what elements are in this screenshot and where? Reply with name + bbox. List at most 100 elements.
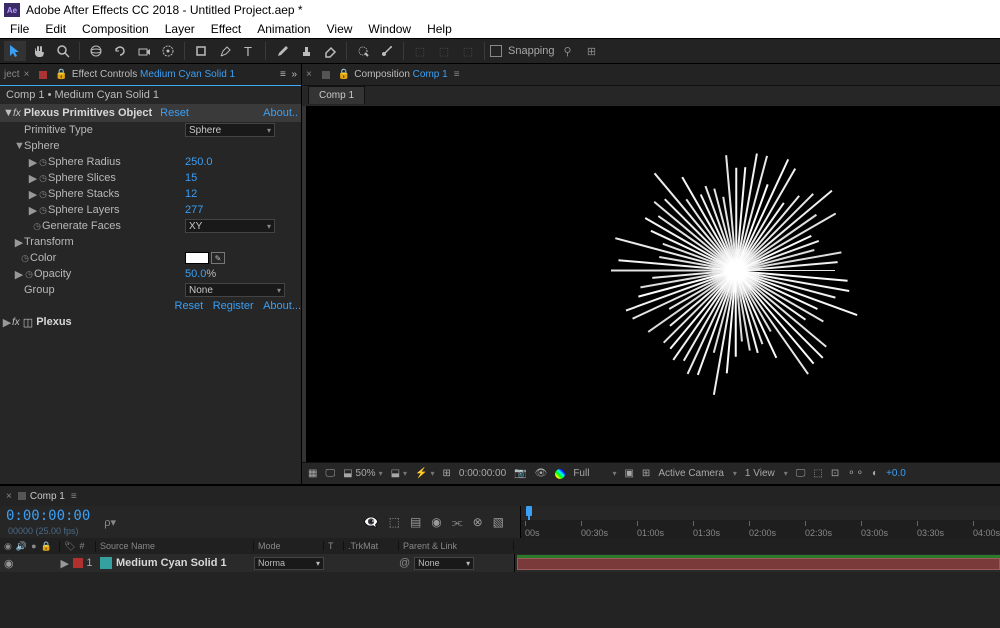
col-trkmat[interactable]: .TrkMat [344,541,399,551]
layer-bar[interactable] [517,558,1000,570]
menu-help[interactable]: Help [419,22,460,36]
effect-plexus-primitives-header[interactable]: ▼ fx Plexus Primitives Object Reset Abou… [0,104,301,122]
layer-color-label[interactable] [73,558,82,568]
brush-tool-icon[interactable] [271,41,293,61]
roto-brush-tool-icon[interactable] [352,41,374,61]
brain-icon[interactable]: ⊗ [473,515,483,530]
rotation-tool-icon[interactable] [109,41,131,61]
timeline-empty-area[interactable] [0,572,1000,628]
twirl-right-icon[interactable]: ▶ [28,172,38,185]
composition-tab-link[interactable]: Comp 1 [413,69,448,80]
timeline-layer-row[interactable]: ◉ ▶ 1 Medium Cyan Solid 1 Norma▾ @ None▾ [0,554,1000,572]
menu-composition[interactable]: Composition [74,22,157,36]
reset-link[interactable]: Reset [175,300,204,312]
layer-parent-dropdown[interactable]: None▾ [414,557,474,570]
frame-blend-icon[interactable]: ▤ [410,515,421,530]
effect-plexus-header[interactable]: ▶fx ◫ Plexus [0,314,301,330]
render-queue-icon[interactable]: ▧ [493,515,504,530]
comp-tab-close-icon[interactable]: × [306,69,312,80]
menu-view[interactable]: View [319,22,361,36]
panel-lock-icon[interactable]: 🔒 [55,69,67,80]
twirl-right-icon[interactable]: ▶ [28,156,38,169]
menu-file[interactable]: File [2,22,37,36]
col-mode[interactable]: Mode [254,541,324,551]
layer-mode-dropdown[interactable]: Norma▾ [254,557,324,570]
effect-about-link[interactable]: About.. [263,107,298,119]
stopwatch-icon[interactable]: ◷ [38,157,48,168]
channel-icon[interactable] [555,469,565,479]
fast-preview-icon[interactable]: ⚡▾ [415,468,434,479]
show-snapshot-icon[interactable]: 👁 [535,468,548,479]
renderer-icon[interactable]: ⊡ [831,468,839,479]
orbit-tool-icon[interactable] [85,41,107,61]
menu-effect[interactable]: Effect [203,22,249,36]
menu-animation[interactable]: Animation [249,22,318,36]
fx-badge-icon[interactable]: fx [12,317,20,328]
pen-tool-icon[interactable] [214,41,236,61]
roi-icon[interactable]: ▣ [624,468,633,479]
primitive-type-dropdown[interactable]: Sphere▾ [185,123,275,137]
snap-options-icon[interactable]: ⚲ [557,41,579,61]
panel-menu-icon[interactable]: ≡ » [280,69,297,80]
opacity-value[interactable]: 50.0 [185,268,206,280]
axis-world-icon[interactable]: ⬚ [433,41,455,61]
sphere-layers-value[interactable]: 277 [185,204,203,216]
snapshot-icon[interactable]: 📷 [514,468,526,479]
col-label-icon[interactable]: 🏷 [64,541,75,552]
stopwatch-icon[interactable]: ◷ [20,253,30,264]
color-swatch[interactable] [185,252,209,264]
col-solo-icon[interactable]: ● [31,541,36,552]
composition-viewer[interactable] [302,106,1000,462]
twirl-right-icon[interactable]: ▶ [28,204,38,217]
type-tool-icon[interactable]: T [238,41,260,61]
exposure-value[interactable]: +0.0 [886,468,906,479]
preview-time-icon[interactable]: ⊞ [443,468,451,479]
fx-badge-icon[interactable]: fx [13,108,21,119]
about-link[interactable]: About... [263,300,301,312]
stopwatch-icon[interactable]: ◷ [24,269,34,280]
exposure-reset-icon[interactable]: ◐ [872,468,878,479]
axis-view-icon[interactable]: ⬚ [457,41,479,61]
col-video-icon[interactable]: ◉ [4,541,12,552]
twirl-right-icon[interactable]: ▶ [14,268,24,281]
stopwatch-icon[interactable]: ◷ [38,205,48,216]
resolution-down-icon[interactable]: ⬓ ▾ [391,468,407,479]
menu-window[interactable]: Window [360,22,419,36]
time-ruler[interactable]: 00s00:30s01:00s01:30s02:00s02:30s03:00s0… [520,506,1000,538]
composition-canvas[interactable] [306,106,1000,462]
layer-visibility-icon[interactable]: ◉ [4,557,14,570]
group-dropdown[interactable]: None▾ [185,283,285,297]
grid-icon[interactable]: ⊞ [642,468,650,479]
pan-behind-tool-icon[interactable] [157,41,179,61]
current-time[interactable]: 0:00:00:00 [459,468,506,479]
project-tab-fragment[interactable]: ject [4,69,20,80]
generate-faces-dropdown[interactable]: XY▾ [185,219,275,233]
transparency-grid-icon[interactable]: ▦ [308,468,317,479]
comp-lock-icon[interactable]: 🔒 [338,69,350,80]
effect-visibility-icon[interactable] [39,71,47,79]
register-link[interactable]: Register [213,300,254,312]
effect-controls-layer-link[interactable]: Medium Cyan Solid 1 [140,69,235,80]
twirl-right-icon[interactable]: ▶ [2,316,12,329]
current-timecode[interactable]: 0:00:00:00 [6,508,90,524]
stopwatch-icon[interactable]: ◷ [38,173,48,184]
timeline-search-input[interactable]: ρ▾ [104,516,116,529]
sphere-slices-value[interactable]: 15 [185,172,197,184]
snap-guides-icon[interactable]: ⊞ [581,41,603,61]
camera-tool-icon[interactable] [133,41,155,61]
snapping-checkbox[interactable] [490,45,502,57]
layer-name[interactable]: Medium Cyan Solid 1 [116,557,227,569]
twirl-down-icon[interactable]: ▼ [3,107,13,119]
menu-edit[interactable]: Edit [37,22,74,36]
col-audio-icon[interactable]: 🔊 [16,541,27,552]
zoom-tool-icon[interactable] [52,41,74,61]
graph-editor-icon[interactable]: ⫘ [452,515,463,530]
stopwatch-icon[interactable]: ◷ [32,221,42,232]
rectangle-tool-icon[interactable] [190,41,212,61]
layer-twirl-icon[interactable]: ▶ [60,557,69,570]
eraser-tool-icon[interactable] [319,41,341,61]
display-icon[interactable]: 🖵 [325,468,335,479]
effect-reset-link[interactable]: Reset [160,107,189,119]
views-dropdown[interactable]: 1 View▾ [745,468,788,479]
draft-3d-icon[interactable]: ⬚ [389,515,400,530]
